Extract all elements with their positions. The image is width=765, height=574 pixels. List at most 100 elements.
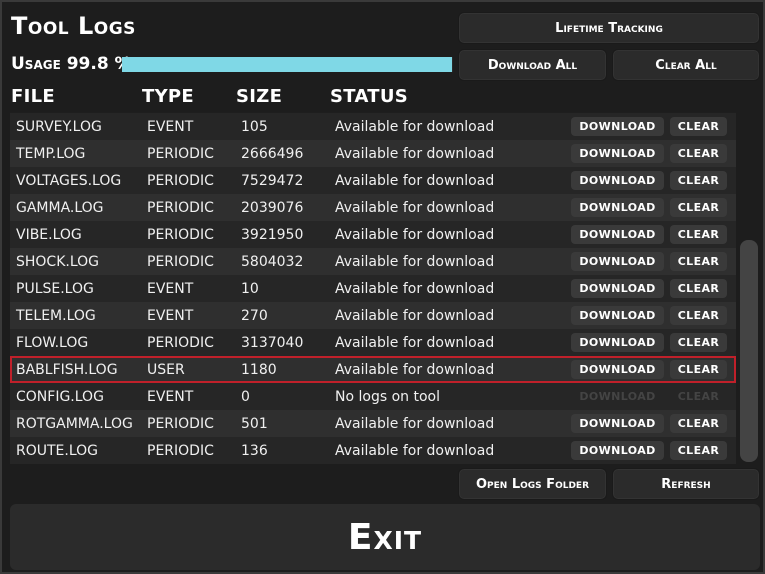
usage-label: Usage 99.8 % bbox=[11, 54, 132, 74]
row-clear-button[interactable]: CLEAR bbox=[670, 333, 727, 352]
row-download-button: DOWNLOAD bbox=[579, 390, 656, 403]
column-header-file: FILE bbox=[11, 86, 55, 107]
log-file-name: PULSE.LOG bbox=[16, 281, 94, 297]
log-type: EVENT bbox=[147, 119, 194, 135]
log-size: 10 bbox=[241, 281, 259, 297]
log-row[interactable]: VOLTAGES.LOG PERIODIC 7529472 Available for… bbox=[10, 167, 736, 194]
log-size: 2039076 bbox=[241, 200, 304, 216]
log-status: Available for download bbox=[335, 200, 495, 216]
log-size: 5804032 bbox=[241, 254, 304, 270]
log-status: Available for download bbox=[335, 416, 495, 432]
log-type: PERIODIC bbox=[147, 254, 214, 270]
log-row[interactable]: VIBE.LOG PERIODIC 3921950 Available for dow… bbox=[10, 221, 736, 248]
log-size: 501 bbox=[241, 416, 268, 432]
log-status: Available for download bbox=[335, 146, 495, 162]
log-row[interactable]: TELEM.LOG EVENT 270 Available for download D… bbox=[10, 302, 736, 329]
log-row[interactable]: GAMMA.LOG PERIODIC 2039076 Available for do… bbox=[10, 194, 736, 221]
refresh-button[interactable]: Refresh bbox=[612, 468, 760, 500]
log-table-header: FILE TYPE SIZE STATUS bbox=[2, 86, 765, 108]
log-file-name: SHOCK.LOG bbox=[16, 254, 100, 270]
row-clear-button: CLEAR bbox=[677, 390, 720, 403]
row-download-button[interactable]: DOWNLOAD bbox=[571, 225, 664, 244]
log-status: Available for download bbox=[335, 281, 495, 297]
log-file-name: ROTGAMMA.LOG bbox=[16, 416, 133, 432]
log-list-scrollbar[interactable] bbox=[738, 112, 760, 464]
log-size: 1180 bbox=[241, 362, 277, 378]
log-row[interactable]: TEMP.LOG PERIODIC 2666496 Available for dow… bbox=[10, 140, 736, 167]
row-clear-button[interactable]: CLEAR bbox=[670, 279, 727, 298]
lifetime-tracking-button[interactable]: Lifetime Tracking bbox=[458, 12, 760, 44]
column-header-status: STATUS bbox=[330, 86, 409, 107]
log-type: EVENT bbox=[147, 389, 194, 405]
row-clear-button[interactable]: CLEAR bbox=[670, 117, 727, 136]
row-clear-button[interactable]: CLEAR bbox=[670, 144, 727, 163]
row-clear-button[interactable]: CLEAR bbox=[670, 252, 727, 271]
row-clear-button[interactable]: CLEAR bbox=[670, 225, 727, 244]
log-type: PERIODIC bbox=[147, 416, 214, 432]
log-row[interactable]: FLOW.LOG PERIODIC 3137040 Available for dow… bbox=[10, 329, 736, 356]
log-file-name: TEMP.LOG bbox=[16, 146, 86, 162]
usage-progress-bar bbox=[122, 57, 453, 72]
row-download-button[interactable]: DOWNLOAD bbox=[571, 171, 664, 190]
log-status: No logs on tool bbox=[335, 389, 440, 405]
log-type: EVENT bbox=[147, 281, 194, 297]
row-download-button[interactable]: DOWNLOAD bbox=[571, 306, 664, 325]
log-row[interactable]: ROUTE.LOG PERIODIC 136 Available for downlo… bbox=[10, 437, 736, 464]
log-type: PERIODIC bbox=[147, 146, 214, 162]
row-download-button[interactable]: DOWNLOAD bbox=[571, 441, 664, 460]
exit-button[interactable]: Exit bbox=[10, 504, 760, 570]
page-title: Tool Logs bbox=[11, 12, 136, 40]
log-type: PERIODIC bbox=[147, 227, 214, 243]
log-status: Available for download bbox=[335, 362, 495, 378]
log-row[interactable]: CONFIG.LOG EVENT 0 No logs on tool DOWNLOAD C… bbox=[10, 383, 736, 410]
log-row[interactable]: SHOCK.LOG PERIODIC 5804032 Available for do… bbox=[10, 248, 736, 275]
open-logs-folder-button[interactable]: Open Logs Folder bbox=[458, 468, 607, 500]
row-download-button[interactable]: DOWNLOAD bbox=[571, 252, 664, 271]
log-status: Available for download bbox=[335, 254, 495, 270]
log-row[interactable]: SURVEY.LOG EVENT 105 Available for download… bbox=[10, 113, 736, 140]
row-download-button[interactable]: DOWNLOAD bbox=[571, 414, 664, 433]
row-download-button[interactable]: DOWNLOAD bbox=[571, 144, 664, 163]
row-clear-button[interactable]: CLEAR bbox=[670, 441, 727, 460]
column-header-type: TYPE bbox=[142, 86, 195, 107]
log-status: Available for download bbox=[335, 443, 495, 459]
log-row[interactable]: PULSE.LOG EVENT 10 Available for download DO… bbox=[10, 275, 736, 302]
log-file-name: VIBE.LOG bbox=[16, 227, 82, 243]
scrollbar-thumb[interactable] bbox=[740, 240, 758, 462]
row-clear-button[interactable]: CLEAR bbox=[670, 171, 727, 190]
log-size: 136 bbox=[241, 443, 268, 459]
log-size: 0 bbox=[241, 389, 250, 405]
log-type: EVENT bbox=[147, 308, 194, 324]
row-clear-button[interactable]: CLEAR bbox=[670, 306, 727, 325]
row-download-button[interactable]: DOWNLOAD bbox=[571, 279, 664, 298]
column-header-size: SIZE bbox=[236, 86, 283, 107]
log-status: Available for download bbox=[335, 119, 495, 135]
log-file-name: BABLFISH.LOG bbox=[16, 362, 118, 378]
log-status: Available for download bbox=[335, 173, 495, 189]
row-clear-button[interactable]: CLEAR bbox=[670, 198, 727, 217]
log-file-name: FLOW.LOG bbox=[16, 335, 89, 351]
log-type: PERIODIC bbox=[147, 443, 214, 459]
row-download-button[interactable]: DOWNLOAD bbox=[571, 360, 664, 379]
tool-logs-window: Tool Logs Lifetime Tracking Usage 99.8 %… bbox=[0, 0, 765, 574]
log-list[interactable]: SURVEY.LOG EVENT 105 Available for download… bbox=[10, 112, 736, 464]
log-type: USER bbox=[147, 362, 185, 378]
row-download-button[interactable]: DOWNLOAD bbox=[571, 333, 664, 352]
log-status: Available for download bbox=[335, 308, 495, 324]
row-clear-button[interactable]: CLEAR bbox=[670, 414, 727, 433]
row-download-button[interactable]: DOWNLOAD bbox=[571, 117, 664, 136]
log-type: PERIODIC bbox=[147, 173, 214, 189]
log-status: Available for download bbox=[335, 335, 495, 351]
log-size: 2666496 bbox=[241, 146, 304, 162]
log-row[interactable]: ROTGAMMA.LOG PERIODIC 501 Available for dow… bbox=[10, 410, 736, 437]
log-type: PERIODIC bbox=[147, 200, 214, 216]
log-size: 105 bbox=[241, 119, 268, 135]
log-row[interactable]: BABLFISH.LOG USER 1180 Available for downlo… bbox=[10, 356, 736, 383]
download-all-button[interactable]: Download All bbox=[458, 49, 607, 81]
clear-all-button[interactable]: Clear All bbox=[612, 49, 760, 81]
log-size: 7529472 bbox=[241, 173, 304, 189]
row-clear-button[interactable]: CLEAR bbox=[670, 360, 727, 379]
row-download-button[interactable]: DOWNLOAD bbox=[571, 198, 664, 217]
log-file-name: CONFIG.LOG bbox=[16, 389, 104, 405]
log-size: 270 bbox=[241, 308, 268, 324]
